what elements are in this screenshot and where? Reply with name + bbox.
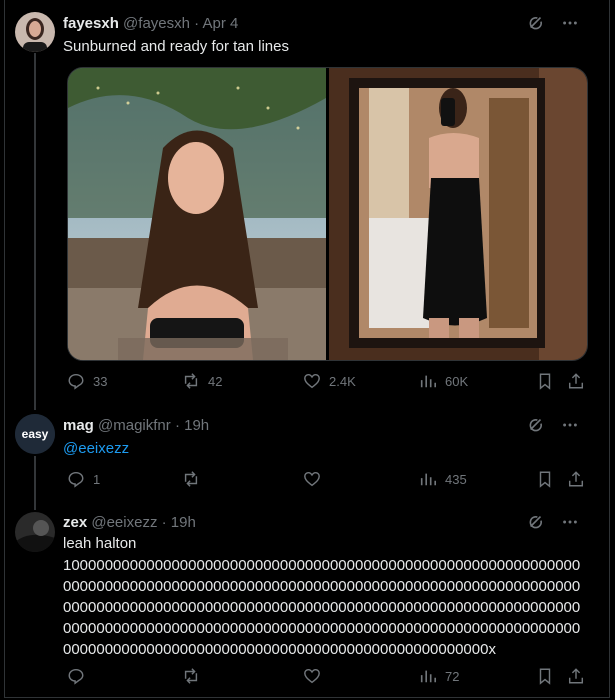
tweet-text: Sunburned and ready for tan lines <box>63 38 289 55</box>
reply-icon <box>68 471 84 488</box>
share-icon <box>568 471 584 487</box>
like-button[interactable] <box>303 470 321 488</box>
repost-button[interactable] <box>182 470 200 488</box>
display-name[interactable]: zex <box>63 514 87 531</box>
tweet-actions: 33 42 2.4K 60K <box>67 372 589 392</box>
bookmark-button[interactable] <box>536 470 554 488</box>
mention-link[interactable]: @eeixezz <box>63 440 129 457</box>
grok-icon[interactable] <box>527 14 545 37</box>
user-handle[interactable]: @magikfnr <box>98 417 171 434</box>
like-icon <box>304 668 320 684</box>
photo-right[interactable] <box>329 68 587 360</box>
like-button[interactable] <box>303 667 321 685</box>
bookmark-button[interactable] <box>536 667 554 685</box>
tweet-text-long: 1000000000000000000000000000000000000000… <box>63 557 581 658</box>
tweet-header: zex @eeixezz · 19h <box>63 514 196 532</box>
views-count: 435 <box>445 471 467 487</box>
display-name[interactable]: mag <box>63 417 94 434</box>
views-icon <box>420 375 437 388</box>
separator-dot: · <box>161 514 167 531</box>
tweet-media[interactable] <box>67 67 588 361</box>
reply-button[interactable]: 1 <box>67 470 100 488</box>
timeline-frame: fayesxh @fayesxh · Apr 4 Sunburned and r… <box>4 0 610 698</box>
share-button[interactable] <box>567 470 585 488</box>
tweet-header: fayesxh @fayesxh · Apr 4 <box>63 15 238 33</box>
views-icon <box>420 473 437 486</box>
grok-icon[interactable] <box>527 416 545 439</box>
more-icon[interactable] <box>561 416 579 439</box>
photo-mirror-selfie <box>329 68 587 360</box>
separator-dot: · <box>194 15 200 32</box>
user-handle[interactable]: @fayesxh <box>123 15 190 32</box>
photo-left[interactable] <box>68 68 326 360</box>
avatar[interactable] <box>15 12 55 52</box>
views-button[interactable]: 435 <box>419 470 467 488</box>
timestamp[interactable]: 19h <box>184 417 209 434</box>
reply-icon <box>68 668 84 685</box>
repost-count: 42 <box>208 373 223 389</box>
share-icon <box>568 668 584 684</box>
bookmark-button[interactable] <box>536 372 554 390</box>
avatar-logo-text: easy <box>22 427 49 441</box>
bookmark-icon <box>539 668 551 685</box>
repost-button[interactable] <box>182 667 200 685</box>
repost-icon <box>184 373 198 389</box>
like-icon <box>304 373 320 389</box>
tweet-actions: 1 435 <box>67 470 589 490</box>
reply-count: 1 <box>93 471 101 487</box>
more-icon[interactable] <box>561 513 579 536</box>
more-icon[interactable] <box>561 14 579 37</box>
tweet-header: mag @magikfnr · 19h <box>63 417 209 435</box>
share-button[interactable] <box>567 667 585 685</box>
tweet-text: @eeixezz <box>63 439 129 459</box>
repost-button[interactable]: 42 <box>182 372 222 390</box>
timestamp[interactable]: Apr 4 <box>202 15 238 32</box>
tweet-top-icons <box>527 14 579 37</box>
user-handle[interactable]: @eeixezz <box>91 514 157 531</box>
views-icon <box>420 670 437 683</box>
bookmark-icon <box>539 373 551 390</box>
views-count: 72 <box>445 668 460 684</box>
tweet-actions: 72 <box>67 667 589 687</box>
avatar[interactable]: easy <box>15 414 55 454</box>
timestamp[interactable]: 19h <box>171 514 196 531</box>
tweet-text-line: leah halton <box>63 535 137 552</box>
separator-dot: · <box>174 417 180 434</box>
avatar[interactable] <box>15 512 55 552</box>
reply-button[interactable] <box>67 667 85 685</box>
views-count: 60K <box>445 373 469 389</box>
views-button[interactable]: 72 <box>419 667 459 685</box>
like-icon <box>304 471 320 487</box>
repost-icon <box>184 668 198 684</box>
tweet-top-icons <box>527 416 579 439</box>
like-count: 2.4K <box>329 373 356 389</box>
photo-beach-selfie <box>68 68 326 360</box>
reply-button[interactable]: 33 <box>67 372 107 390</box>
tweet[interactable]: fayesxh @fayesxh · Apr 4 Sunburned and r… <box>5 0 609 400</box>
reply-icon <box>68 373 84 390</box>
bookmark-icon <box>539 471 551 488</box>
tweet[interactable]: easy mag @magikfnr · 19h @eeixezz 1 435 <box>5 400 609 500</box>
like-button[interactable]: 2.4K <box>303 372 356 390</box>
share-button[interactable] <box>567 372 585 390</box>
tweet[interactable]: zex @eeixezz · 19h leah halton 100000000… <box>5 500 609 698</box>
share-icon <box>568 373 584 389</box>
tweet-top-icons <box>527 513 579 536</box>
reply-count: 33 <box>93 373 108 389</box>
grok-icon[interactable] <box>527 513 545 536</box>
repost-icon <box>184 471 198 487</box>
views-button[interactable]: 60K <box>419 372 468 390</box>
display-name[interactable]: fayesxh <box>63 15 119 32</box>
